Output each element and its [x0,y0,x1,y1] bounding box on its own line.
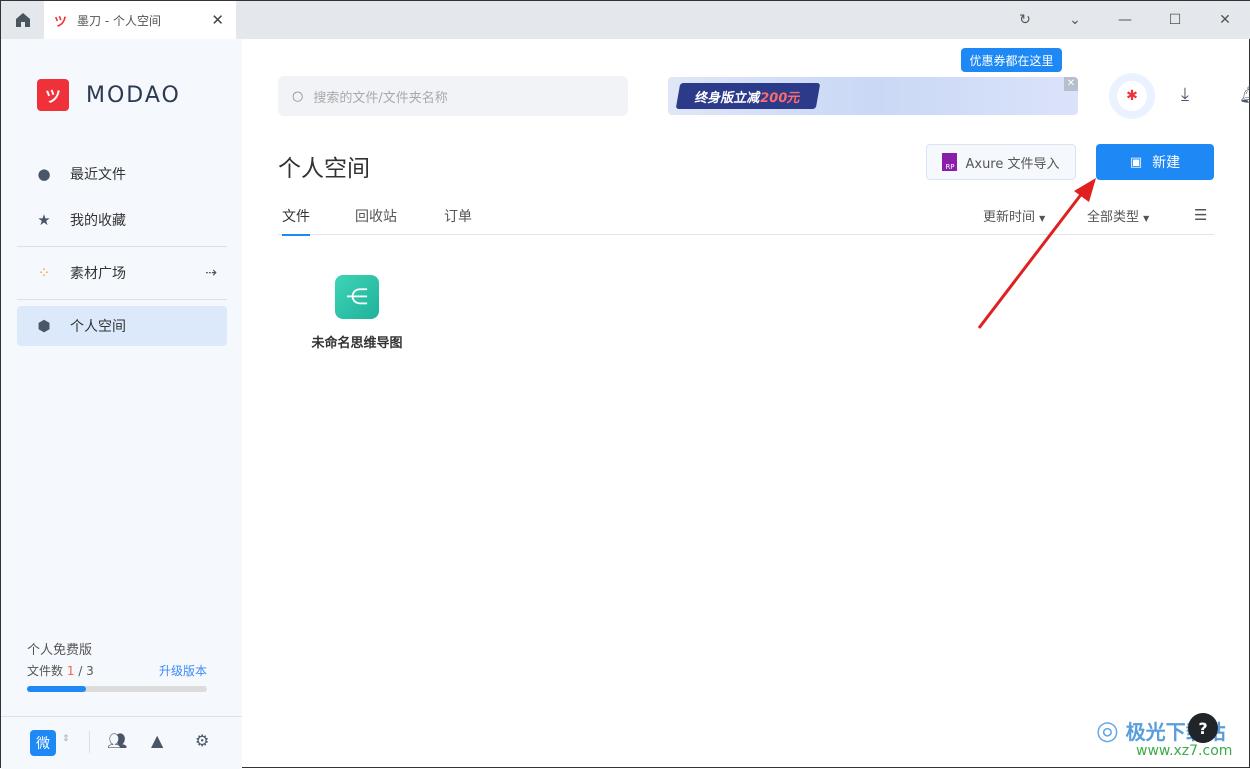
sidebar-item-materials[interactable]: ⁘ 素材广场 ⇢ [17,253,227,293]
file-quota-fill [27,686,87,692]
caret-down-icon: ▼ [1143,214,1150,223]
sidebar-item-label: 我的收藏 [70,213,126,229]
close-tab-icon[interactable]: ✕ [211,11,224,29]
search-input[interactable]: ○ 搜索的文件/文件夹名称 [278,76,628,116]
sidebar-item-recent[interactable]: ● 最近文件 [17,154,227,194]
coupon-tooltip: 优惠券都在这里 [961,48,1062,72]
sidebar-item-label: 最近文件 [70,167,126,183]
brand-name: MODAO [86,82,181,108]
new-button[interactable]: ▣ 新建 [1096,144,1214,180]
watermark-url: www.xz7.com [1136,743,1233,759]
arrow-right-icon: ⇢ [205,265,217,281]
tab-orders[interactable]: 订单 [444,206,472,226]
sort-arrows-icon[interactable]: ⇕ [62,734,70,744]
file-count-total: / 3 [78,664,94,678]
upgrade-link[interactable]: 升级版本 [159,662,207,679]
search-placeholder: 搜索的文件/文件夹名称 [313,90,448,106]
axure-import-button[interactable]: RP Axure 文件导入 [926,144,1076,180]
tab-title: 墨刀 - 个人空间 [77,13,161,28]
file-count-used: 1 [66,664,75,678]
ticket-icon: ✱ [1117,81,1147,111]
promo-amount: 200元 [758,90,802,106]
minimize-icon[interactable]: — [1100,1,1150,39]
divider [89,731,90,753]
plan-name: 个人免费版 [27,643,93,658]
sidebar-item-label: 素材广场 [70,266,126,282]
sidebar-item-favorites[interactable]: ★ 我的收藏 [17,200,227,240]
promo-banner[interactable]: 终身版立减 200元 ✕ [668,77,1078,115]
sidebar-item-personal-space[interactable]: ⬢ 个人空间 [17,306,227,346]
download-icon[interactable]: ⤓ [1181,84,1189,105]
file-name: 未命名思维导图 [311,336,403,351]
sidebar-item-label: 个人空间 [70,319,126,335]
coupon-button[interactable]: ✱ [1109,73,1155,119]
divider [17,246,227,247]
sidebar: ツ MODAO ● 最近文件 ★ 我的收藏 ⁘ 素材广场 ⇢ ⬢ 个人空间 个人免费版 … [1,39,242,769]
home-icon[interactable] [1,1,44,39]
gear-icon[interactable]: ⚙ [195,731,209,750]
refresh-icon[interactable]: ↻ [1000,1,1050,39]
brand-logo[interactable]: ツ MODAO [37,79,181,111]
modao-logo-icon: ツ [54,14,68,30]
promo-text: 终身版立减 200元 [675,83,821,109]
tab-trash[interactable]: 回收站 [355,206,397,226]
promo-label: 终身版立减 [693,90,762,106]
star-icon: ★ [37,211,51,229]
modao-logo-icon: ツ [37,79,69,111]
mindmap-icon: ⋲ [335,275,379,319]
arrow-line [977,187,1088,329]
workspace-switcher[interactable]: 微 [30,730,56,756]
file-count: 文件数 1 / 3 升级版本 [27,662,207,679]
file-item[interactable]: ⋲ 未命名思维导图 [301,275,413,351]
title-bar: ツ 墨刀 - 个人空间 ✕ ↻ ⌄ — ☐ ✕ [1,1,1250,39]
cube-icon: ⬢ [37,317,51,335]
search-icon: ○ [292,88,304,104]
close-window-icon[interactable]: ✕ [1200,1,1250,39]
new-file-icon: ▣ [1129,154,1143,170]
apps-icon: ⁘ [37,264,51,282]
axure-rp-icon: RP [942,153,958,171]
list-view-icon[interactable]: ☰ [1194,206,1207,224]
new-button-label: 新建 [1152,155,1181,171]
clock-icon: ● [37,165,51,183]
close-banner-icon[interactable]: ✕ [1064,77,1078,91]
bell-icon[interactable]: 🔔︎ [1239,85,1250,104]
browser-tab[interactable]: ツ 墨刀 - 个人空间 ✕ [44,1,236,39]
tab-files[interactable]: 文件 [282,206,310,236]
chevron-down-icon[interactable]: ⌄ [1050,1,1100,39]
divider [17,299,227,300]
axure-import-label: Axure 文件导入 [965,156,1060,172]
file-quota-bar [27,686,207,692]
maximize-icon[interactable]: ☐ [1150,1,1200,39]
annotation-arrow [977,178,1096,329]
assets-icon[interactable]: ▲ [151,731,163,750]
sidebar-footer: 微 ⇕ 👥︎ ▲ ⚙ [1,716,242,769]
file-count-label: 文件数 [27,664,64,678]
help-button[interactable]: ? [1188,713,1218,743]
page-title: 个人空间 [278,156,370,182]
team-icon[interactable]: 👥︎ [107,731,127,750]
